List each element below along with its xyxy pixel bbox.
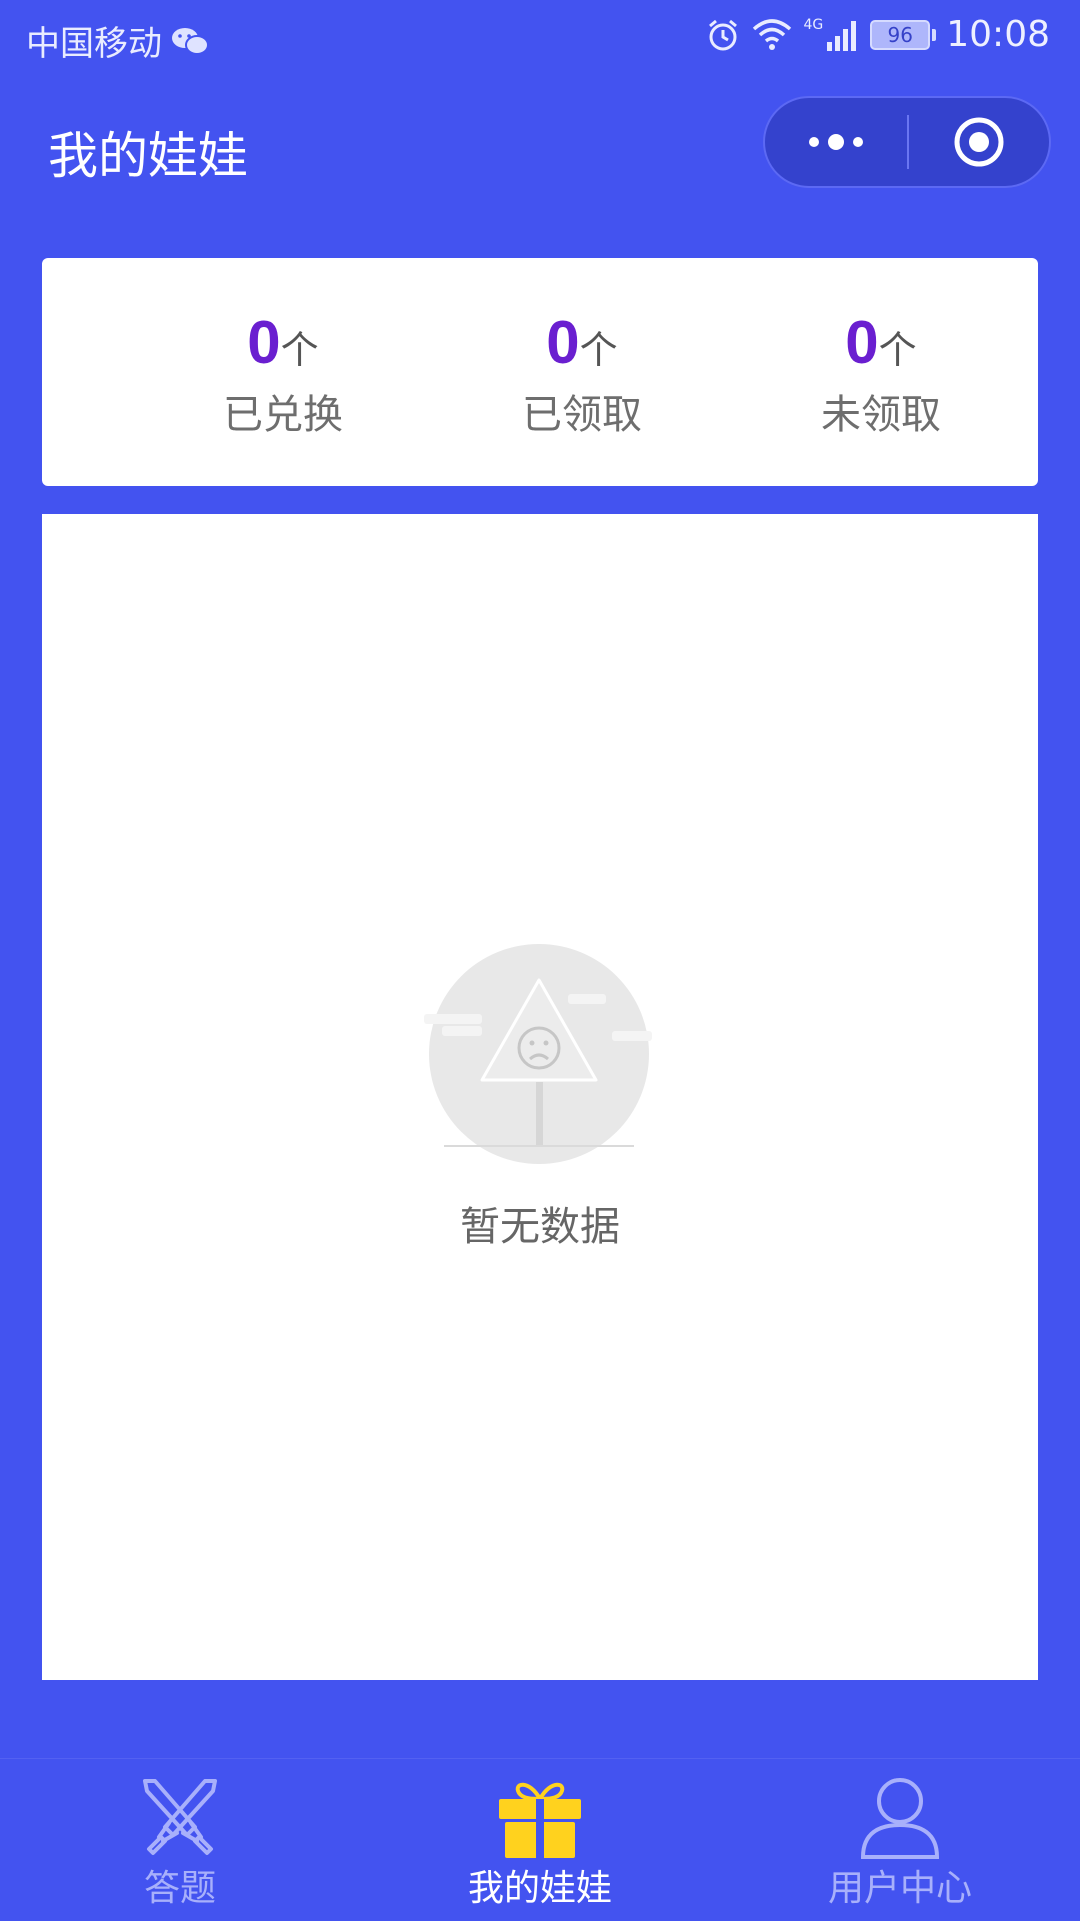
gift-icon bbox=[499, 1782, 581, 1858]
empty-state-text: 暂无数据 bbox=[460, 1204, 620, 1250]
more-dot-icon bbox=[809, 137, 819, 147]
more-dot-icon bbox=[828, 134, 844, 150]
tab-label: 答题 bbox=[143, 1868, 216, 1909]
signal-indicator: 4G bbox=[803, 18, 860, 52]
stat-received[interactable]: 0个 已领取 bbox=[482, 308, 682, 440]
user-icon bbox=[860, 1778, 940, 1859]
stat-unit: 个 bbox=[579, 328, 618, 372]
stat-value: 0个 bbox=[482, 308, 682, 376]
status-bar: 中国移动 4G 96 10:08 bbox=[0, 0, 1080, 76]
tab-quiz[interactable]: 答题 bbox=[80, 1775, 280, 1911]
stat-exchanged[interactable]: 0个 已兑换 bbox=[183, 308, 383, 440]
tab-my-dolls[interactable]: 我的娃娃 bbox=[440, 1775, 640, 1911]
wechat-icon bbox=[172, 27, 209, 55]
status-indicators: 4G 96 10:08 bbox=[705, 14, 1050, 55]
page-title: 我的娃娃 bbox=[48, 127, 248, 185]
more-dot-icon bbox=[853, 137, 863, 147]
target-circle-icon bbox=[954, 117, 1004, 167]
more-button[interactable] bbox=[765, 98, 907, 186]
stats-card: 0个 已兑换 0个 已领取 0个 未领取 bbox=[42, 258, 1038, 486]
stat-value: 0个 bbox=[781, 308, 981, 376]
stat-label: 未领取 bbox=[821, 392, 941, 438]
crossed-swords-icon bbox=[143, 1779, 217, 1855]
wifi-icon bbox=[753, 18, 792, 50]
tab-label: 我的娃娃 bbox=[467, 1868, 612, 1909]
alarm-icon bbox=[709, 19, 738, 50]
stat-number: 0 bbox=[845, 309, 879, 376]
tab-bar: 答题 我的娃娃 用户中心 bbox=[0, 1758, 1080, 1921]
carrier-info: 中国移动 bbox=[26, 16, 210, 65]
signal-icon bbox=[827, 20, 857, 51]
doll-list-panel: 暂无数据 bbox=[42, 514, 1038, 1680]
stat-number: 0 bbox=[546, 309, 580, 376]
empty-sign-icon bbox=[424, 944, 652, 1164]
carrier-name: 中国移动 bbox=[26, 24, 162, 64]
stat-unreceived[interactable]: 0个 未领取 bbox=[781, 308, 981, 440]
close-button[interactable] bbox=[909, 98, 1049, 186]
battery-indicator: 96 bbox=[870, 19, 937, 50]
network-type: 4G bbox=[803, 16, 824, 33]
stat-label: 已兑换 bbox=[223, 392, 343, 438]
status-time: 10:08 bbox=[946, 14, 1050, 55]
miniprogram-capsule bbox=[763, 96, 1051, 188]
stat-number: 0 bbox=[247, 309, 281, 376]
stat-value: 0个 bbox=[183, 308, 383, 376]
stat-unit: 个 bbox=[280, 328, 319, 372]
battery-level: 96 bbox=[887, 22, 913, 47]
tab-user-center[interactable]: 用户中心 bbox=[800, 1775, 1000, 1911]
stat-unit: 个 bbox=[878, 328, 917, 372]
stat-label: 已领取 bbox=[522, 392, 642, 438]
tab-label: 用户中心 bbox=[827, 1868, 972, 1909]
